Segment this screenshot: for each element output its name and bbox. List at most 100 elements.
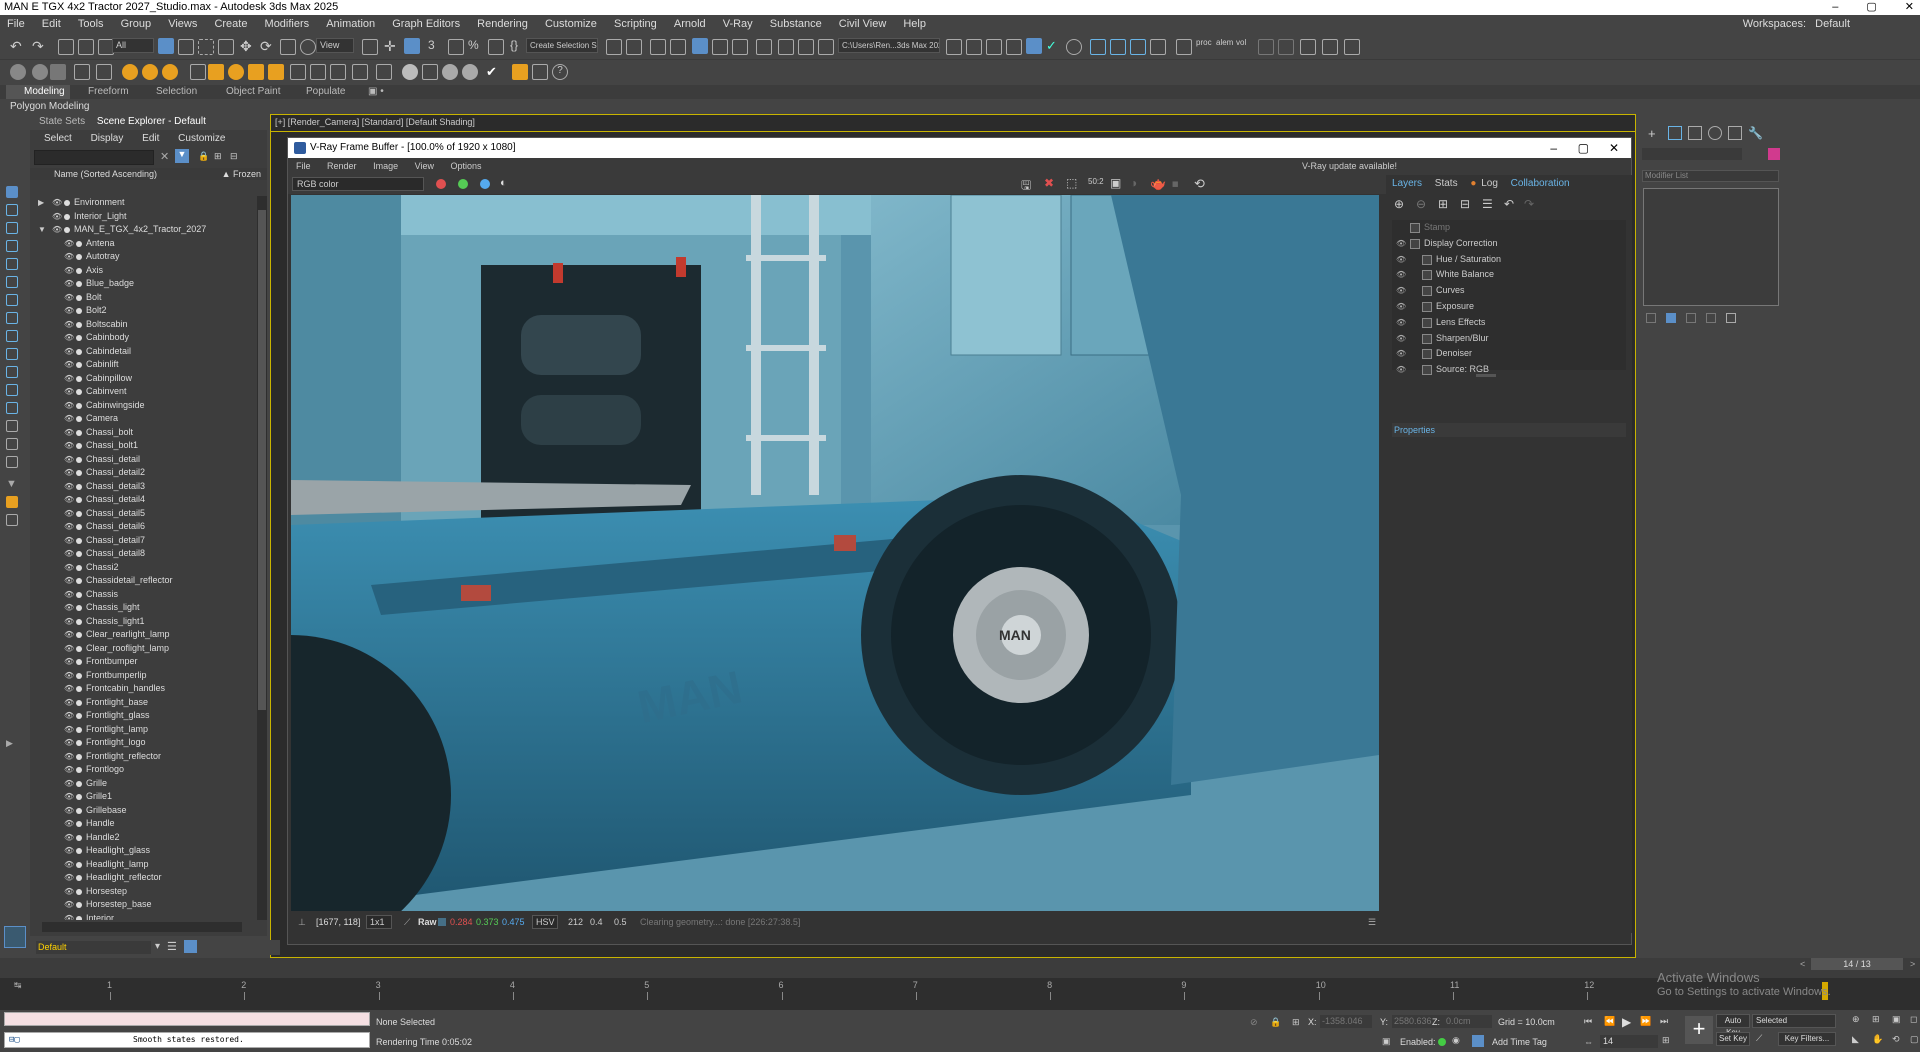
workspaces-selector[interactable]: Workspaces: Default [1743, 15, 1850, 33]
scene-menu-select[interactable]: Select [44, 133, 72, 144]
scene-item[interactable]: 👁 Cabinbody [30, 331, 255, 345]
object-color-swatch[interactable] [1768, 148, 1780, 160]
pin-stack-icon[interactable] [1646, 313, 1656, 323]
visibility-eye-icon[interactable]: 👁 [64, 507, 74, 521]
tab-scene-explorer[interactable]: Scene Explorer - Default [97, 116, 206, 127]
next-frame-arrow-icon[interactable]: > [1910, 959, 1915, 969]
visibility-eye-icon[interactable]: 👁 [64, 750, 74, 764]
ribbon-tab-object-paint[interactable]: Object Paint [226, 86, 280, 97]
scene-item[interactable]: 👁 Bolt2 [30, 304, 255, 318]
scene-item[interactable]: 👁 Chassi_detail6 [30, 520, 255, 534]
rotate-icon[interactable]: ⟳ [260, 38, 276, 54]
time-slider[interactable]: 14 / 13 < > [0, 958, 1920, 978]
link-icon[interactable] [58, 39, 74, 55]
scene-item[interactable]: 👁 Handle2 [30, 831, 255, 845]
render-last-icon[interactable]: ⟲ [1194, 176, 1205, 192]
display-all-icon[interactable] [6, 402, 18, 414]
ribbon-tab-modeling[interactable]: Modeling [24, 86, 65, 97]
track-bar[interactable]: ↹ 1 2 3 4 5 6 7 8 9 10 11 12 [0, 978, 1920, 1010]
scene-item[interactable]: 👁 Cabindetail [30, 345, 255, 359]
asset-tracking-icon[interactable] [986, 39, 1002, 55]
visibility-eye-icon[interactable]: 👁 [64, 858, 74, 872]
sync-selection-icon[interactable] [6, 514, 18, 526]
maximize-viewport-icon[interactable]: ▢ [1910, 1034, 1919, 1045]
scene-item[interactable]: 👁 Chassis_light1 [30, 615, 255, 629]
vray-light-lister-icon[interactable] [1066, 39, 1082, 55]
selection-filter-dropdown[interactable]: All [112, 38, 154, 53]
pin-icon[interactable]: ⊥ [298, 911, 306, 933]
motion-tab-icon[interactable] [1708, 126, 1722, 140]
layer-visibility-icon[interactable]: 👁 [1396, 299, 1406, 315]
zoom-all-icon[interactable]: ⊞ [1872, 1014, 1880, 1025]
menu-modifiers[interactable]: Modifiers [258, 15, 317, 33]
set-key-big-icon[interactable]: + [1685, 1016, 1713, 1044]
scene-item[interactable]: 👁 Grille1 [30, 790, 255, 804]
display-hidden-icon[interactable] [6, 384, 18, 396]
scene-item-tractor-root[interactable]: ▼ 👁 MAN_E_TGX_4x2_Tractor_2027 [30, 223, 255, 237]
display-xrefs-icon[interactable] [6, 312, 18, 324]
vray-ambient-icon[interactable] [268, 64, 284, 80]
scene-menu-display[interactable]: Display [91, 133, 124, 144]
scene-search-input[interactable] [34, 150, 154, 165]
scene-item[interactable]: 👁 Camera [30, 412, 255, 426]
scene-item[interactable]: 👁 Chassi_detail8 [30, 547, 255, 561]
scene-item[interactable]: 👁 Chassi_detail [30, 453, 255, 467]
display-bones-icon[interactable] [6, 330, 18, 342]
key-set-dropdown[interactable]: Selected [1752, 1014, 1836, 1028]
vfb-close-button[interactable]: ✕ [1609, 138, 1619, 158]
scene-item[interactable]: 👁 Handle [30, 817, 255, 831]
menu-customize[interactable]: Customize [538, 15, 604, 33]
hierarchy-icon[interactable]: ⊞ [214, 151, 222, 162]
menu-scripting[interactable]: Scripting [607, 15, 664, 33]
scene-item[interactable]: 👁 Chassi_bolt1 [30, 439, 255, 453]
visibility-eye-icon[interactable]: 👁 [64, 358, 74, 372]
vfb-menu-view[interactable]: View [415, 161, 434, 171]
green-channel-toggle[interactable] [458, 179, 468, 189]
scene-item[interactable]: 👁 Clear_rooflight_lamp [30, 642, 255, 656]
visibility-eye-icon[interactable]: 👁 [64, 466, 74, 480]
expand-arrow-icon[interactable]: ▶ [38, 196, 44, 210]
keyboard-shortcut-override-icon[interactable] [404, 38, 420, 54]
arnold-mtl-icon[interactable] [96, 64, 112, 80]
adaptive-degradation-icon[interactable]: ▣ [1382, 1036, 1391, 1047]
scene-item[interactable]: 👁 Chassi_detail5 [30, 507, 255, 521]
visibility-eye-icon[interactable]: 👁 [64, 534, 74, 548]
scene-item[interactable]: 👁 Chassi_detail7 [30, 534, 255, 548]
modifier-list-dropdown[interactable]: Modifier List [1642, 170, 1779, 182]
named-selection-dropdown[interactable]: Create Selection Se [526, 38, 598, 53]
track-mouse-icon[interactable]: ▣ [1110, 176, 1121, 190]
window-crossing-icon[interactable] [218, 39, 234, 55]
visibility-eye-icon[interactable]: 👁 [64, 277, 74, 291]
start-render-icon[interactable]: 🫖 [1150, 176, 1166, 192]
layer-visibility-icon[interactable]: 👁 [1396, 346, 1406, 362]
vray-light-sphere-icon[interactable] [228, 64, 244, 80]
scene-item[interactable]: 👁 Chassi_bolt [30, 426, 255, 440]
visibility-eye-icon[interactable]: 👁 [64, 480, 74, 494]
vfb-layer-row[interactable]: 👁 Exposure [1392, 299, 1626, 315]
select-manipulate-icon[interactable]: ✛ [384, 38, 400, 54]
select-dependents-icon[interactable] [6, 496, 18, 508]
menu-create[interactable]: Create [207, 15, 254, 33]
visibility-eye-icon[interactable]: 👁 [64, 777, 74, 791]
vray-decal-icon[interactable] [330, 64, 346, 80]
vfb-minimize-button[interactable]: – [1550, 138, 1557, 158]
layer-mode-icon[interactable]: ⊟ [230, 151, 238, 162]
menu-edit[interactable]: Edit [35, 15, 68, 33]
proc-icon[interactable]: proc [1196, 38, 1212, 54]
collapse-arrow-icon[interactable]: ▼ [38, 223, 46, 237]
menu-arnold[interactable]: Arnold [667, 15, 713, 33]
pivot-center-icon[interactable] [362, 39, 378, 55]
remove-modifier-icon[interactable] [1706, 313, 1716, 323]
current-frame-field[interactable]: 14 [1600, 1035, 1658, 1048]
visibility-eye-icon[interactable]: 👁 [64, 426, 74, 440]
maxscript-input-field[interactable] [5, 1013, 243, 1025]
layer-stack-icon[interactable]: ☰ [167, 940, 177, 953]
vfb-layer-row[interactable]: 👁 White Balance [1392, 267, 1626, 283]
layer-dropdown-arrow-icon[interactable]: ▾ [155, 941, 160, 952]
current-layer-field[interactable]: Default [36, 941, 151, 954]
red-channel-toggle[interactable] [436, 179, 446, 189]
scene-item[interactable]: 👁 Frontlight_lamp [30, 723, 255, 737]
load-layers-icon[interactable]: ⊟ [1460, 197, 1470, 211]
alem-icon[interactable]: alem [1216, 38, 1233, 54]
menu-tools[interactable]: Tools [71, 15, 111, 33]
